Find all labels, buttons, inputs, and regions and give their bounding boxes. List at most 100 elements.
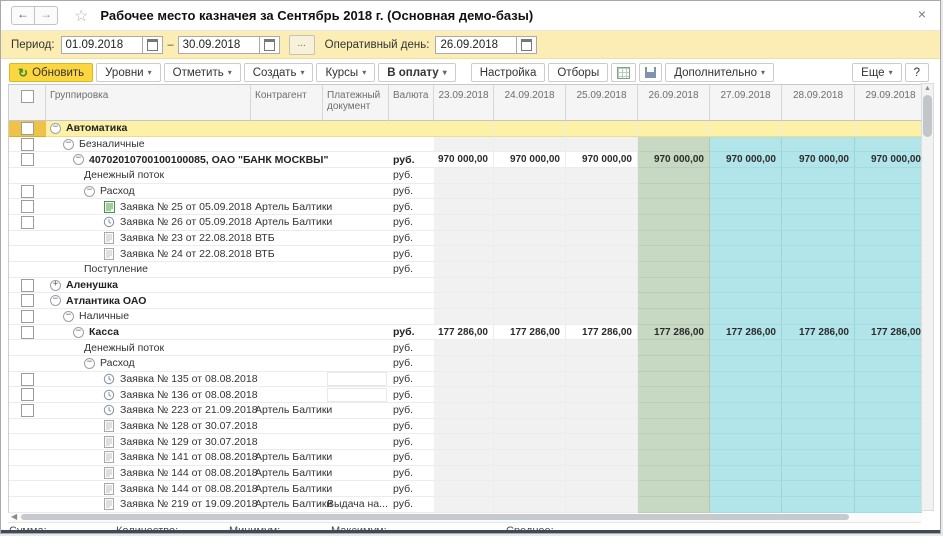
amount-cell-date-0[interactable] [434, 450, 494, 466]
amount-cell-date-5[interactable] [782, 403, 855, 419]
collapse-node-icon[interactable]: − [63, 139, 74, 150]
grouping-cell[interactable]: Заявка № 24 от 22.08.2018 [46, 246, 251, 262]
amount-cell-date-6[interactable] [855, 262, 922, 278]
vertical-scrollbar[interactable]: ▲ [921, 83, 934, 511]
scroll-up-icon[interactable]: ▲ [924, 84, 931, 94]
amount-cell-date-6[interactable] [855, 481, 922, 497]
payment-document-cell[interactable] [323, 262, 389, 278]
grouping-cell[interactable]: Денежный поток [46, 340, 251, 356]
amount-cell-date-0[interactable] [434, 356, 494, 372]
amount-cell-date-4[interactable] [710, 372, 782, 388]
amount-cell-date-4[interactable] [710, 121, 782, 137]
amount-cell-date-4[interactable] [710, 497, 782, 513]
row-checkbox[interactable] [21, 294, 34, 307]
amount-cell-date-4[interactable]: 970 000,00 [710, 152, 782, 168]
amount-cell-date-4[interactable] [710, 215, 782, 231]
amount-cell-date-0[interactable] [434, 168, 494, 184]
amount-cell-date-4[interactable] [710, 293, 782, 309]
row-checkbox[interactable] [21, 279, 34, 292]
amount-cell-date-1[interactable] [494, 340, 566, 356]
currency-cell[interactable]: руб. [389, 184, 434, 200]
column-header-date-4[interactable]: 27.09.2018 [710, 85, 782, 121]
amount-cell-date-5[interactable] [782, 497, 855, 513]
row-checkbox[interactable] [21, 138, 34, 151]
contractor-cell[interactable]: Артель Балтики [251, 497, 323, 513]
amount-cell-date-5[interactable] [782, 199, 855, 215]
amount-cell-date-4[interactable] [710, 231, 782, 247]
amount-cell-date-3[interactable] [638, 497, 710, 513]
amount-cell-date-6[interactable]: 970 000,00 [855, 152, 922, 168]
amount-cell-date-0[interactable] [434, 372, 494, 388]
amount-cell-date-5[interactable] [782, 466, 855, 482]
payment-document-cell[interactable] [323, 293, 389, 309]
save-button[interactable] [639, 63, 662, 82]
payment-document-cell[interactable] [323, 356, 389, 372]
grouping-cell[interactable]: Заявка № 26 от 05.09.2018 [46, 215, 251, 231]
grouping-cell[interactable]: Заявка № 219 от 19.09.2018 [46, 497, 251, 513]
contractor-cell[interactable]: Артель Балтики [251, 450, 323, 466]
operational-day-calendar-button[interactable] [517, 36, 537, 54]
amount-cell-date-3[interactable] [638, 387, 710, 403]
table-row[interactable]: −Атлантика ОАО [9, 293, 922, 309]
currency-cell[interactable]: руб. [389, 372, 434, 388]
amount-cell-date-2[interactable] [566, 184, 638, 200]
amount-cell-date-5[interactable] [782, 231, 855, 247]
grouping-cell[interactable]: +Аленушка [46, 278, 251, 294]
amount-cell-date-4[interactable] [710, 246, 782, 262]
collapse-node-icon[interactable]: − [84, 186, 95, 197]
payment-document-cell[interactable] [323, 419, 389, 435]
amount-cell-date-6[interactable] [855, 387, 922, 403]
contractor-cell[interactable] [251, 309, 323, 325]
amount-cell-date-6[interactable] [855, 403, 922, 419]
amount-cell-date-2[interactable] [566, 278, 638, 294]
amount-cell-date-3[interactable] [638, 121, 710, 137]
amount-cell-date-0[interactable] [434, 199, 494, 215]
table-row[interactable]: Заявка № 219 от 19.09.2018Артель Балтики… [9, 497, 922, 513]
column-header-date-3[interactable]: 26.09.2018 [638, 85, 710, 121]
amount-cell-date-0[interactable] [434, 481, 494, 497]
grouping-cell[interactable]: −Расход [46, 356, 251, 372]
contractor-cell[interactable] [251, 184, 323, 200]
table-row[interactable]: −40702010700100100085, ОАО "БАНК МОСКВЫ"… [9, 152, 922, 168]
row-checkbox[interactable] [21, 388, 34, 401]
back-button[interactable]: ← [11, 6, 35, 25]
amount-cell-date-5[interactable] [782, 137, 855, 153]
amount-cell-date-4[interactable] [710, 278, 782, 294]
amount-cell-date-5[interactable] [782, 387, 855, 403]
payment-document-cell[interactable] [323, 481, 389, 497]
collapse-node-icon[interactable]: − [50, 123, 61, 134]
amount-cell-date-2[interactable]: 970 000,00 [566, 152, 638, 168]
currency-cell[interactable] [389, 293, 434, 309]
column-header-date-0[interactable]: 23.09.2018 [434, 85, 494, 121]
currency-cell[interactable]: руб. [389, 356, 434, 372]
row-checkbox[interactable] [21, 185, 34, 198]
уровни-button[interactable]: Уровни▾ [96, 63, 160, 82]
amount-cell-date-3[interactable] [638, 246, 710, 262]
grouping-cell[interactable]: Заявка № 141 от 08.08.2018 [46, 450, 251, 466]
amount-cell-date-5[interactable] [782, 168, 855, 184]
export-list-button[interactable] [611, 63, 636, 82]
currency-cell[interactable]: руб. [389, 387, 434, 403]
amount-cell-date-5[interactable] [782, 184, 855, 200]
amount-cell-date-3[interactable] [638, 231, 710, 247]
amount-cell-date-3[interactable] [638, 450, 710, 466]
period-from-calendar-button[interactable] [143, 36, 163, 54]
table-row[interactable]: Заявка № 23 от 22.08.2018ВТБруб. [9, 231, 922, 247]
amount-cell-date-0[interactable] [434, 466, 494, 482]
amount-cell-date-1[interactable] [494, 231, 566, 247]
contractor-cell[interactable] [251, 340, 323, 356]
amount-cell-date-1[interactable] [494, 199, 566, 215]
table-row[interactable]: Заявка № 144 от 08.08.2018Артель Балтики… [9, 481, 922, 497]
table-row[interactable]: Заявка № 136 от 08.08.2018руб. [9, 387, 922, 403]
contractor-cell[interactable] [251, 434, 323, 450]
amount-cell-date-1[interactable] [494, 215, 566, 231]
amount-cell-date-1[interactable] [494, 168, 566, 184]
table-row[interactable]: Заявка № 223 от 21.09.2018Артель Балтики… [9, 403, 922, 419]
currency-cell[interactable]: руб. [389, 152, 434, 168]
row-checkbox[interactable] [21, 122, 34, 135]
amount-cell-date-6[interactable] [855, 497, 922, 513]
amount-cell-date-6[interactable] [855, 356, 922, 372]
payment-document-cell[interactable] [323, 246, 389, 262]
amount-cell-date-2[interactable] [566, 121, 638, 137]
vertical-scrollbar-thumb[interactable] [923, 95, 932, 137]
